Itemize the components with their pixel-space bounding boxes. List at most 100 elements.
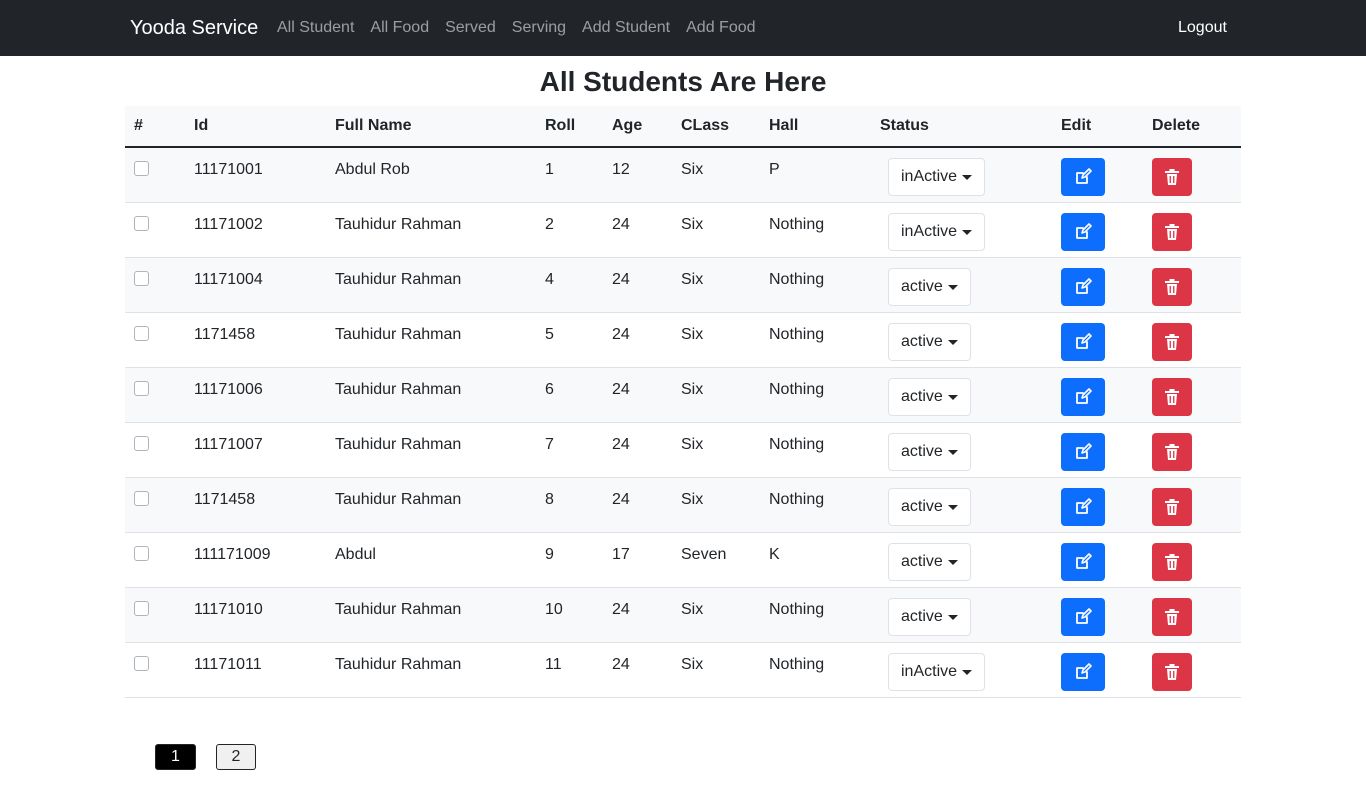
- row-checkbox[interactable]: [134, 325, 149, 341]
- trash-icon: [1164, 388, 1180, 406]
- status-dropdown[interactable]: inActive: [888, 652, 986, 691]
- cell-delete: [1143, 587, 1241, 642]
- nav-link-add-student[interactable]: Add Student: [582, 18, 670, 38]
- cell-id: 11171010: [194, 600, 263, 618]
- edit-button[interactable]: [1061, 322, 1105, 361]
- cell-roll: 7: [545, 435, 554, 453]
- row-checkbox[interactable]: [134, 215, 149, 231]
- cell-id: 11171001: [194, 161, 263, 178]
- cell-roll: 2: [545, 215, 554, 233]
- delete-button[interactable]: [1152, 432, 1192, 471]
- cell-id: 11171011: [194, 655, 262, 673]
- cell-class: Six: [681, 270, 704, 288]
- nav-link-all-food[interactable]: All Food: [370, 18, 429, 38]
- row-checkbox[interactable]: [134, 655, 149, 671]
- cell-age: 24: [612, 490, 630, 508]
- status-label: active: [901, 442, 943, 460]
- edit-icon: [1074, 497, 1092, 516]
- cell-status: inActive: [871, 147, 1052, 202]
- status-dropdown[interactable]: active: [888, 487, 971, 526]
- caret-down-icon: [947, 339, 958, 345]
- cell-age: 17: [612, 545, 630, 563]
- cell-roll: 8: [545, 490, 554, 508]
- status-dropdown[interactable]: inActive: [888, 158, 986, 196]
- delete-button[interactable]: [1152, 597, 1192, 636]
- cell-id: 11171006: [194, 380, 263, 398]
- edit-button[interactable]: [1061, 652, 1105, 691]
- nav-link-served[interactable]: Served: [445, 18, 496, 38]
- cell-hall: Nothing: [769, 600, 825, 618]
- delete-button[interactable]: [1152, 267, 1192, 306]
- cell-class: Six: [681, 161, 704, 178]
- cell-delete: [1143, 367, 1241, 422]
- cell-class: Six: [681, 600, 704, 618]
- status-label: active: [901, 277, 943, 295]
- brand-logo[interactable]: Yooda Service: [130, 16, 258, 40]
- delete-button[interactable]: [1152, 652, 1192, 691]
- edit-button[interactable]: [1061, 377, 1105, 416]
- row-select-cell: [125, 312, 185, 367]
- cell-status: active: [871, 367, 1052, 422]
- cell-full-name: Tauhidur Rahman: [335, 600, 462, 618]
- edit-button[interactable]: [1061, 487, 1105, 526]
- table-body: 11171001 Abdul Rob 1 12 Six PinActive 11171002…: [125, 147, 1241, 697]
- delete-button[interactable]: [1152, 158, 1192, 196]
- edit-button[interactable]: [1061, 432, 1105, 471]
- trash-icon: [1164, 333, 1180, 351]
- cell-age: 24: [612, 215, 630, 233]
- cell-roll: 1: [545, 161, 554, 178]
- delete-button[interactable]: [1152, 212, 1192, 251]
- row-checkbox[interactable]: [134, 490, 149, 506]
- logout-link[interactable]: Logout: [1178, 18, 1227, 38]
- status-dropdown[interactable]: active: [888, 322, 971, 361]
- cell-edit: [1052, 367, 1143, 422]
- status-dropdown[interactable]: inActive: [888, 212, 986, 251]
- cell-class: Six: [681, 435, 704, 453]
- cell-hall: P: [769, 161, 780, 178]
- cell-edit: [1052, 257, 1143, 312]
- cell-hall: Nothing: [769, 325, 825, 343]
- edit-button[interactable]: [1061, 542, 1105, 581]
- edit-button[interactable]: [1061, 597, 1105, 636]
- row-checkbox[interactable]: [134, 545, 149, 561]
- delete-button[interactable]: [1152, 487, 1192, 526]
- nav-link-add-food[interactable]: Add Food: [686, 18, 755, 38]
- row-checkbox[interactable]: [134, 270, 149, 286]
- row-checkbox[interactable]: [134, 600, 149, 616]
- edit-icon: [1074, 168, 1092, 186]
- cell-class: Seven: [681, 545, 727, 563]
- edit-button[interactable]: [1061, 267, 1105, 306]
- page-1-button[interactable]: 1: [155, 744, 196, 770]
- status-dropdown[interactable]: active: [888, 267, 971, 306]
- cell-full-name: Tauhidur Rahman: [335, 380, 462, 398]
- status-dropdown[interactable]: active: [888, 377, 971, 416]
- row-select-cell: [125, 642, 185, 697]
- row-checkbox[interactable]: [134, 380, 149, 396]
- row-checkbox[interactable]: [134, 435, 149, 451]
- page-2-button[interactable]: 2: [216, 744, 256, 770]
- status-dropdown[interactable]: active: [888, 597, 971, 636]
- cell-id: 11171004: [194, 270, 263, 288]
- table-row: 1171458 Tauhidur Rahman 8 24 Six Nothing activ…: [125, 477, 1241, 532]
- edit-button[interactable]: [1061, 158, 1105, 196]
- row-checkbox[interactable]: [134, 161, 149, 176]
- trash-icon: [1164, 663, 1180, 681]
- status-dropdown[interactable]: active: [888, 542, 971, 581]
- row-select-cell: [125, 532, 185, 587]
- delete-button[interactable]: [1152, 377, 1192, 416]
- delete-button[interactable]: [1152, 322, 1192, 361]
- status-dropdown[interactable]: active: [888, 432, 971, 471]
- edit-icon: [1074, 552, 1092, 571]
- table-row: 11171002 Tauhidur Rahman 2 24 Six Nothing inAc…: [125, 202, 1241, 257]
- delete-button[interactable]: [1152, 542, 1192, 581]
- table-header-row: # Id Full Name Roll Age CLass Hall Statu…: [125, 106, 1241, 148]
- cell-roll: 10: [545, 600, 563, 618]
- table-row: 11171011 Tauhidur Rahman 11 24 Six Nothing inA…: [125, 642, 1241, 697]
- caret-down-icon: [947, 394, 958, 400]
- nav-link-all-student[interactable]: All Student: [277, 18, 354, 38]
- nav-link-serving[interactable]: Serving: [512, 18, 566, 38]
- cell-id: 11171007: [194, 435, 263, 453]
- cell-delete: [1143, 257, 1241, 312]
- edit-button[interactable]: [1061, 212, 1105, 251]
- table-row: 1171458 Tauhidur Rahman 5 24 Six Nothing activ…: [125, 312, 1241, 367]
